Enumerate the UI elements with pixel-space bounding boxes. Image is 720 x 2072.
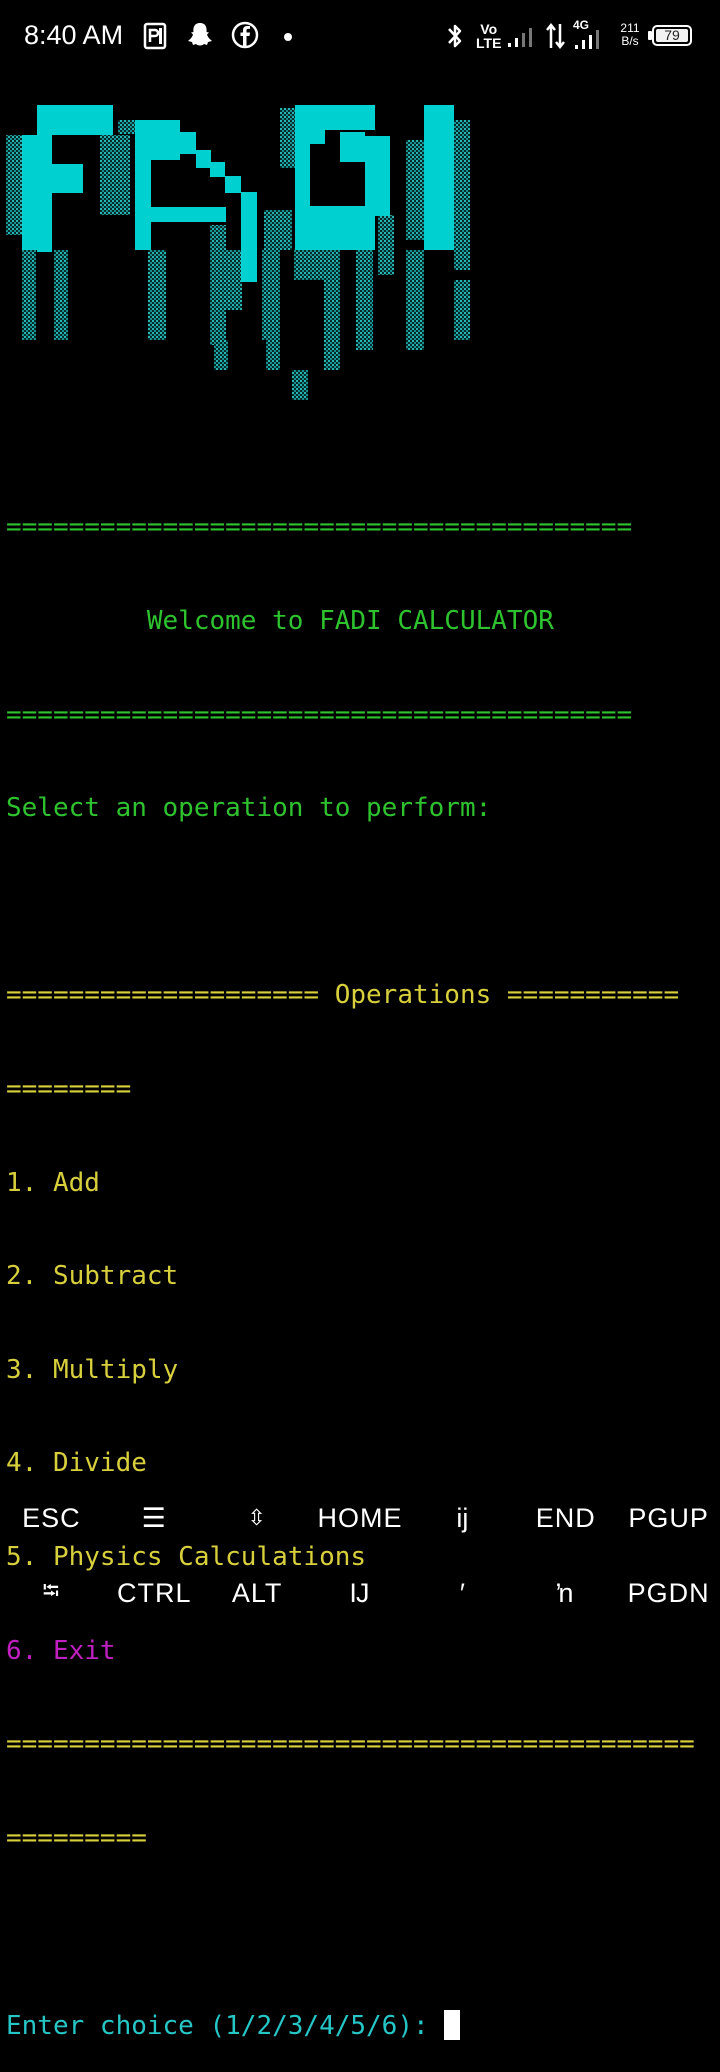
logo-letter-block <box>180 132 196 154</box>
operations-header: ==================== Operations ========… <box>6 980 680 1011</box>
logo-letter-block <box>196 150 211 168</box>
key-end[interactable]: END <box>514 1490 617 1546</box>
key-tab[interactable]: ⭾ <box>0 1565 103 1621</box>
footer-separator-wrap: ========= <box>6 1822 147 1853</box>
fadi-ascii-logo <box>0 100 480 420</box>
logo-shadow-block <box>262 250 280 340</box>
data-transfer-icon <box>546 22 565 50</box>
logo-letter-block <box>310 130 325 144</box>
signal-strength-icon <box>508 28 532 47</box>
notification-dot-icon <box>284 33 292 41</box>
logo-shadow-block <box>266 340 280 370</box>
logo-shadow-block <box>6 135 22 195</box>
key-menu[interactable]: ☰ <box>103 1490 206 1546</box>
network-speed-unit: B/s <box>621 34 639 48</box>
key-n-apostrophe[interactable]: ŉ <box>514 1565 617 1621</box>
logo-shadow-block <box>210 225 226 345</box>
logo-shadow-block <box>454 280 470 340</box>
status-bar: 8:40 AM Vo LTE 4G 211 B/s 79 <box>0 0 720 74</box>
clock: 8:40 AM <box>24 20 124 50</box>
option-subtract: 2. Subtract <box>6 1261 179 1292</box>
logo-shadow-block <box>100 135 130 215</box>
option-multiply: 3. Multiply <box>6 1354 179 1385</box>
key-IJ[interactable]: Ĳ <box>309 1565 412 1621</box>
key-pgup[interactable]: PGUP <box>617 1490 720 1546</box>
option-exit: 6. Exit <box>6 1635 116 1666</box>
logo-letter-block <box>365 136 390 216</box>
logo-letter-block <box>151 207 226 222</box>
key-alt[interactable]: ALT <box>206 1565 309 1621</box>
select-prompt: Select an operation to perform: <box>6 793 492 824</box>
logo-shadow-block <box>226 250 242 310</box>
key-esc[interactable]: ESC <box>0 1490 103 1546</box>
option-divide: 4. Divide <box>6 1448 147 1479</box>
logo-shadow-block <box>264 210 292 250</box>
separator-line: ======================================== <box>6 512 633 543</box>
payment-app-icon <box>143 22 167 50</box>
logo-shadow-block <box>22 250 36 340</box>
extra-keys-row-1: ESC ☰ ⇳ HOME ĳ END PGUP <box>0 1490 720 1546</box>
key-pgdn[interactable]: PGDN <box>617 1565 720 1621</box>
logo-letter-block <box>210 162 225 177</box>
facebook-icon <box>231 21 259 49</box>
battery-level: 79 <box>664 27 680 43</box>
extra-keys-bar: ESC ☰ ⇳ HOME ĳ END PGUP ⭾ CTRL ALT Ĳ ′ ŉ… <box>0 1490 720 1640</box>
separator-line: ======================================== <box>6 699 633 730</box>
logo-letter-block <box>295 130 310 250</box>
network-speed: 211 B/s <box>617 22 643 48</box>
welcome-text: Welcome to FADI CALCULATOR <box>146 606 554 636</box>
logo-letter-block <box>22 135 37 250</box>
battery-icon: 79 <box>652 25 692 46</box>
key-ctrl[interactable]: CTRL <box>103 1565 206 1621</box>
key-home[interactable]: HOME <box>309 1490 412 1546</box>
fadi-logo-graphic <box>6 105 470 400</box>
logo-letter-block <box>241 192 257 282</box>
snapchat-icon <box>188 23 212 46</box>
input-line[interactable]: Enter choice (1/2/3/4/5/6): <box>6 2009 716 2041</box>
logo-shadow-block <box>406 250 424 350</box>
logo-letter-block <box>52 164 83 193</box>
logo-shadow-block <box>406 140 424 240</box>
volte-indicator: Vo LTE <box>476 21 502 51</box>
logo-shadow-block <box>54 250 68 340</box>
logo-shadow-block <box>454 120 470 170</box>
key-ij[interactable]: ĳ <box>411 1490 514 1546</box>
logo-letter-block <box>340 132 365 162</box>
input-prompt: Enter choice (1/2/3/4/5/6): <box>6 2010 445 2041</box>
terminal-output: ========================================… <box>6 450 716 2072</box>
logo-letter-block <box>135 158 151 250</box>
bluetooth-icon <box>448 24 462 48</box>
logo-letter-block <box>424 105 454 250</box>
key-scroll[interactable]: ⇳ <box>206 1490 309 1546</box>
text-cursor[interactable] <box>444 2009 461 2040</box>
footer-separator: ========================================… <box>6 1729 695 1760</box>
logo-shadow-block <box>214 340 228 370</box>
logo-letter-block <box>37 135 52 252</box>
logo-letter-block <box>295 105 375 130</box>
operations-header-wrap: ======== <box>6 1073 132 1104</box>
logo-shadow-block <box>454 170 470 270</box>
logo-letter-block <box>135 120 180 160</box>
logo-shadow-block <box>378 215 394 275</box>
logo-shadow-block <box>280 108 296 168</box>
logo-shadow-block <box>292 370 308 400</box>
signal-strength-4g-icon <box>575 30 599 49</box>
logo-shadow-block <box>118 120 135 134</box>
logo-letter-block <box>37 105 113 135</box>
key-prime[interactable]: ′ <box>411 1565 514 1621</box>
logo-shadow-block <box>148 250 166 340</box>
logo-shadow-block <box>294 250 324 280</box>
logo-shadow-block <box>356 250 373 350</box>
option-add: 1. Add <box>6 1167 100 1198</box>
welcome-title: Welcome to FADI CALCULATOR <box>6 606 716 637</box>
extra-keys-row-2: ⭾ CTRL ALT Ĳ ′ ŉ PGDN <box>0 1565 720 1621</box>
logo-shadow-block <box>324 250 340 370</box>
logo-letter-block <box>225 176 241 193</box>
